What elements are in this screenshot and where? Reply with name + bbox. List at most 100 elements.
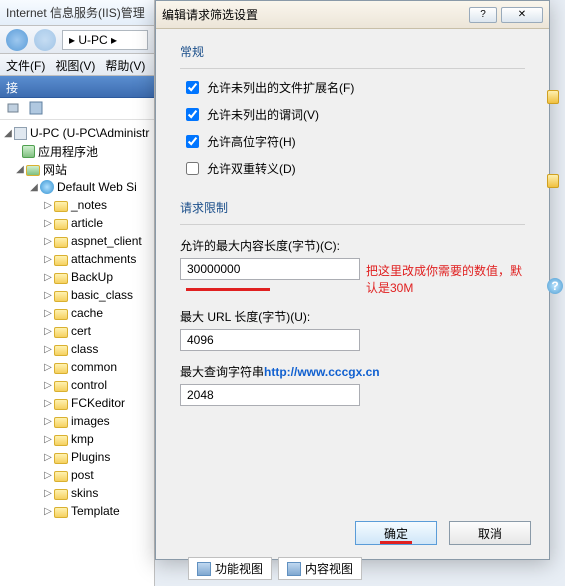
tree-apppools[interactable]: 应用程序池 [2, 142, 152, 160]
folder-icon [54, 453, 68, 464]
menubar: 文件(F) 视图(V) 帮助(V) [0, 54, 154, 76]
expander-icon[interactable]: ▷ [42, 416, 54, 427]
label-max-query: 最大查询字符串http://www.cccgx.cn [180, 363, 525, 380]
folder-icon [54, 435, 68, 446]
expander-icon[interactable]: ▷ [42, 326, 54, 337]
chk-double-input[interactable] [186, 162, 199, 175]
expander-icon[interactable]: ▷ [42, 398, 54, 409]
checkbox-allow-ext[interactable]: 允许未列出的文件扩展名(F) [186, 79, 525, 96]
menu-view[interactable]: 视图(V) [55, 57, 95, 72]
tree-default-site[interactable]: ◢Default Web Si [2, 178, 152, 196]
expander-icon[interactable]: ▷ [42, 506, 54, 517]
checkbox-allow-verbs[interactable]: 允许未列出的谓词(V) [186, 106, 525, 123]
connect-icon[interactable] [6, 100, 22, 116]
chk-highbit-input[interactable] [186, 135, 199, 148]
right-edge: ? [547, 90, 561, 294]
folder-icon [54, 219, 68, 230]
dialog-buttons: 确定 取消 [355, 521, 531, 545]
expander-icon[interactable]: ▷ [42, 362, 54, 373]
expander-icon[interactable]: ▷ [42, 344, 54, 355]
tree-folder-class[interactable]: ▷class [2, 340, 152, 358]
connections-header: 接 [0, 76, 154, 98]
nav-forward-icon[interactable] [34, 29, 56, 51]
actions-tab[interactable] [547, 90, 559, 104]
connections-toolbar [0, 98, 154, 120]
expander-icon[interactable]: ▷ [42, 380, 54, 391]
expander-icon[interactable]: ▷ [42, 434, 54, 445]
ok-button[interactable]: 确定 [355, 521, 437, 545]
tree-folder-backup[interactable]: ▷BackUp [2, 268, 152, 286]
input-max-url[interactable] [180, 329, 360, 351]
label-max-url: 最大 URL 长度(字节)(U): [180, 308, 525, 325]
tree-folder-article[interactable]: ▷article [2, 214, 152, 232]
expander-icon[interactable]: ▷ [42, 218, 54, 229]
window-buttons: ? ✕ [469, 7, 543, 23]
help-icon[interactable]: ? [547, 278, 563, 294]
tree-folder-fckeditor[interactable]: ▷FCKeditor [2, 394, 152, 412]
expander-icon[interactable]: ▷ [42, 470, 54, 481]
tree-sites[interactable]: ◢网站 [2, 160, 152, 178]
expander-icon[interactable]: ▷ [42, 200, 54, 211]
actions-tab[interactable] [547, 174, 559, 188]
location-box[interactable]: ▸ U-PC ▸ [62, 30, 148, 50]
content-icon [287, 562, 301, 576]
tree-folder-cert[interactable]: ▷cert [2, 322, 152, 340]
tree-folder-attachments[interactable]: ▷attachments [2, 250, 152, 268]
chk-ext-input[interactable] [186, 81, 199, 94]
nav-toolbar: ▸ U-PC ▸ [0, 26, 154, 54]
tree-folder-common[interactable]: ▷common [2, 358, 152, 376]
expander-icon[interactable]: ▷ [42, 254, 54, 265]
nav-back-icon[interactable] [6, 29, 28, 51]
view-tabs: 功能视图 内容视图 [188, 557, 362, 580]
save-icon[interactable] [28, 100, 44, 116]
chk-verbs-input[interactable] [186, 108, 199, 121]
site-icon [40, 180, 54, 194]
tree-server-node[interactable]: ◢U-PC (U-PC\Administr [2, 124, 152, 142]
input-max-query[interactable] [180, 384, 360, 406]
input-max-content[interactable] [180, 258, 360, 280]
group-general-label: 常规 [180, 43, 525, 60]
tab-features-view[interactable]: 功能视图 [188, 557, 272, 580]
dialog-title: 编辑请求筛选设置 [162, 6, 258, 23]
help-button[interactable]: ? [469, 7, 497, 23]
expander-icon[interactable]: ◢ [14, 164, 26, 175]
checkbox-allow-highbit[interactable]: 允许高位字符(H) [186, 133, 525, 150]
folder-icon [54, 291, 68, 302]
tree-folder-template[interactable]: ▷Template [2, 502, 152, 520]
folder-icon [54, 255, 68, 266]
tree-folder-aspnet_client[interactable]: ▷aspnet_client [2, 232, 152, 250]
folder-icon [54, 345, 68, 356]
checkbox-allow-double[interactable]: 允许双重转义(D) [186, 160, 525, 177]
expander-icon[interactable]: ▷ [42, 290, 54, 301]
tree-folder-post[interactable]: ▷post [2, 466, 152, 484]
tree-folder-cache[interactable]: ▷cache [2, 304, 152, 322]
expander-icon[interactable]: ▷ [42, 488, 54, 499]
group-limits-label: 请求限制 [180, 199, 525, 216]
menu-file[interactable]: 文件(F) [6, 57, 45, 72]
tree-folder-plugins[interactable]: ▷Plugins [2, 448, 152, 466]
label-max-content: 允许的最大内容长度(字节)(C): [180, 237, 525, 254]
expander-icon[interactable]: ▷ [42, 308, 54, 319]
request-filtering-dialog: 编辑请求筛选设置 ? ✕ 常规 允许未列出的文件扩展名(F) 允许未列出的谓词(… [155, 0, 550, 560]
expander-icon[interactable]: ▷ [42, 452, 54, 463]
folder-icon [54, 363, 68, 374]
tab-content-view[interactable]: 内容视图 [278, 557, 362, 580]
tree-folder-skins[interactable]: ▷skins [2, 484, 152, 502]
folder-icon [54, 273, 68, 284]
cancel-button[interactable]: 取消 [449, 521, 531, 545]
expander-icon[interactable]: ◢ [28, 182, 40, 193]
tree-folder-control[interactable]: ▷control [2, 376, 152, 394]
iis-main-window: Internet 信息服务(IIS)管理 ▸ U-PC ▸ 文件(F) 视图(V… [0, 0, 155, 586]
tree-folder-_notes[interactable]: ▷_notes [2, 196, 152, 214]
folder-icon [54, 489, 68, 500]
tree-folder-kmp[interactable]: ▷kmp [2, 430, 152, 448]
folder-icon [54, 399, 68, 410]
expander-icon[interactable]: ▷ [42, 236, 54, 247]
tree-folder-basic_class[interactable]: ▷basic_class [2, 286, 152, 304]
expander-icon[interactable]: ▷ [42, 272, 54, 283]
tree-folder-images[interactable]: ▷images [2, 412, 152, 430]
close-button[interactable]: ✕ [501, 7, 543, 23]
expander-icon[interactable]: ◢ [2, 128, 14, 139]
menu-help[interactable]: 帮助(V) [105, 57, 145, 72]
apppool-icon [22, 145, 35, 158]
